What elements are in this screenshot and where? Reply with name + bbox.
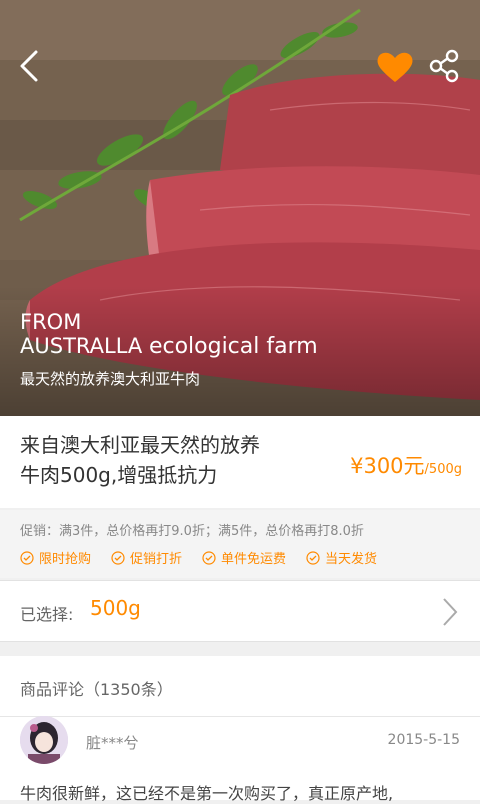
promotion-text: 促销：满3件，总价格再打9.0折；满5件，总价格再打8.0折 bbox=[20, 524, 364, 539]
reviews-section: 商品评论（1350条） 脏***兮 2015-5-15 牛肉很新鲜，这已经不是第… bbox=[0, 656, 480, 803]
tag-label: 限时抢购 bbox=[39, 552, 92, 567]
hero-subtitle: 最天然的放养澳大利亚牛肉 bbox=[20, 370, 201, 388]
hero-origin: AUSTRALLA ecological farm bbox=[20, 334, 318, 359]
hero-farm: ecological farm bbox=[148, 334, 318, 359]
tag-label: 促销打折 bbox=[130, 552, 183, 567]
check-circle-icon bbox=[306, 550, 320, 565]
chevron-left-icon bbox=[20, 50, 38, 82]
tag-discount: 促销打折 bbox=[111, 548, 182, 567]
review-text: 牛肉很新鲜，这已经不是第一次购买了，真正原产地, bbox=[20, 784, 394, 803]
tag-free-shipping: 单件免运费 bbox=[202, 548, 286, 567]
heart-icon bbox=[377, 52, 413, 82]
share-icon bbox=[429, 49, 459, 83]
price-unit: /500g bbox=[424, 462, 462, 477]
product-hero-image: FROM AUSTRALLA ecological farm 最天然的放养澳大利… bbox=[0, 0, 480, 416]
check-circle-icon bbox=[202, 550, 216, 565]
reviews-header[interactable]: 商品评论（1350条） bbox=[20, 676, 173, 700]
review-date: 2015-5-15 bbox=[387, 732, 460, 748]
promotion-section: 促销：满3件，总价格再打9.0折；满5件，总价格再打8.0折 限时抢购 促销打折… bbox=[0, 510, 480, 578]
product-title-line1: 来自澳大利亚最天然的放养 bbox=[20, 433, 260, 457]
avatar bbox=[20, 716, 68, 764]
tag-label: 单件免运费 bbox=[221, 552, 287, 567]
price-value: ¥300元 bbox=[350, 454, 425, 478]
back-button[interactable] bbox=[16, 48, 44, 84]
product-title: 来自澳大利亚最天然的放养 牛肉500g,增强抵抗力 bbox=[20, 430, 320, 490]
chevron-right-icon bbox=[443, 598, 458, 626]
product-price: ¥300元/500g bbox=[350, 450, 462, 480]
hero-from: FROM bbox=[20, 310, 82, 334]
spec-label: 已选择: bbox=[20, 605, 74, 624]
hero-caption: FROM AUSTRALLA ecological farm 最天然的放养澳大利… bbox=[20, 310, 318, 389]
tag-flash-sale: 限时抢购 bbox=[20, 548, 91, 567]
share-button[interactable] bbox=[428, 48, 462, 84]
service-tags: 限时抢购 促销打折 单件免运费 当天发货 bbox=[20, 548, 397, 567]
tag-label: 当天发货 bbox=[325, 552, 378, 567]
favorite-button[interactable] bbox=[376, 50, 414, 84]
tag-same-day: 当天发货 bbox=[306, 548, 377, 567]
check-circle-icon bbox=[20, 550, 34, 565]
product-info: 来自澳大利亚最天然的放养 牛肉500g,增强抵抗力 ¥300元/500g bbox=[0, 416, 480, 508]
spec-selector[interactable]: 已选择: 500g bbox=[0, 580, 480, 642]
hero-country: AUSTRALLA bbox=[20, 334, 143, 358]
reviewer-name: 脏***兮 bbox=[86, 734, 139, 752]
check-circle-icon bbox=[111, 550, 125, 565]
spec-value: 500g bbox=[90, 596, 141, 620]
product-title-line2: 牛肉500g,增强抵抗力 bbox=[20, 463, 218, 487]
